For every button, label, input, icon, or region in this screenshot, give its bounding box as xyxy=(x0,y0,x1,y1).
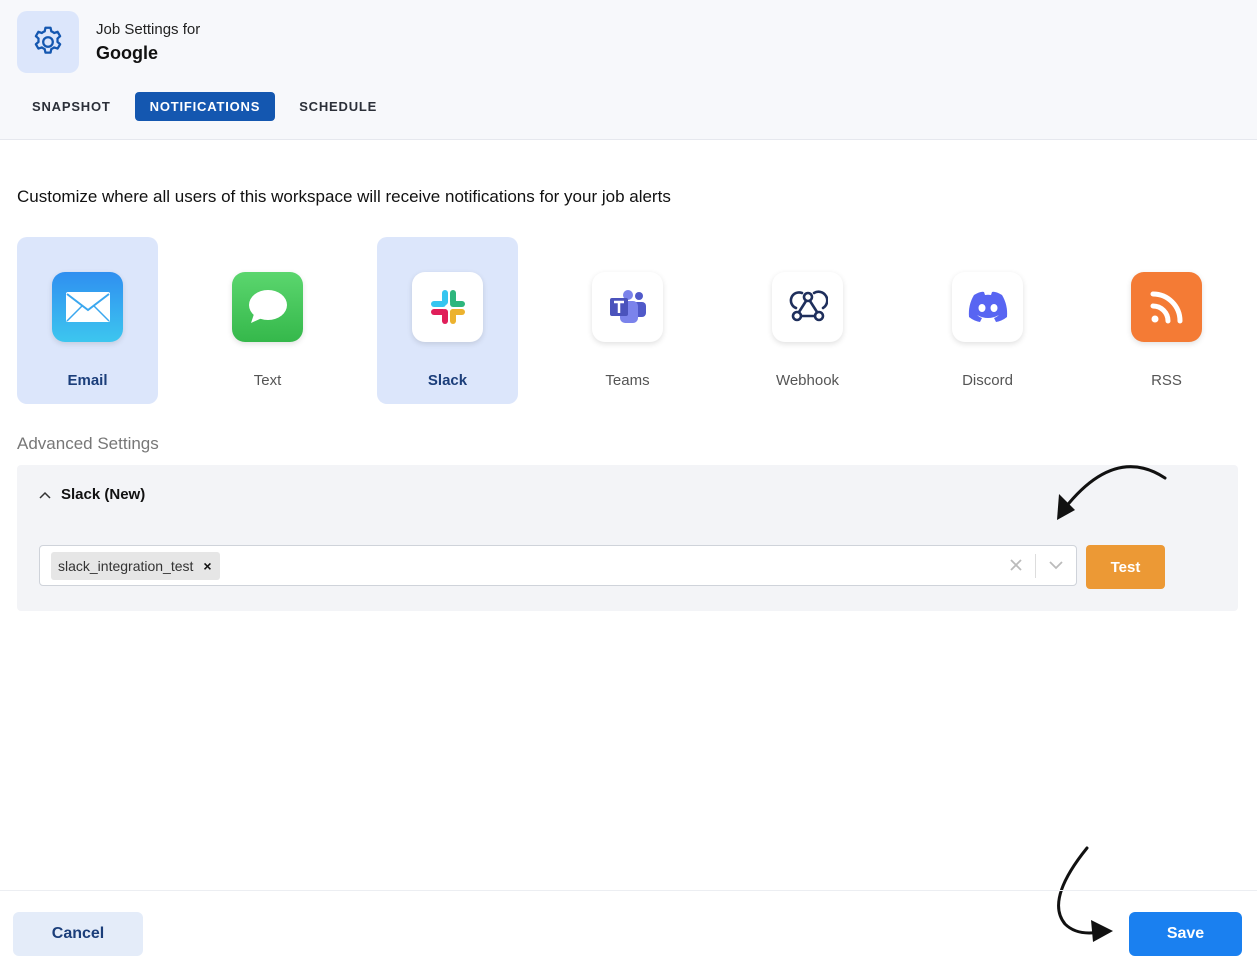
channel-email[interactable]: Email xyxy=(17,237,158,404)
gear-icon xyxy=(34,26,62,54)
test-button[interactable]: Test xyxy=(1086,545,1165,589)
chevron-down-icon[interactable] xyxy=(1046,555,1066,575)
advanced-settings-title: Advanced Settings xyxy=(17,434,159,453)
teams-icon xyxy=(592,272,663,342)
chip-label: slack_integration_test xyxy=(58,558,194,574)
slack-accordion-header[interactable]: Slack (New) xyxy=(39,486,145,503)
slack-channel-select[interactable]: slack_integration_test × xyxy=(39,545,1077,586)
footer-divider xyxy=(0,890,1257,891)
select-separator xyxy=(1035,554,1036,578)
chip-remove-button[interactable]: × xyxy=(203,558,211,574)
cancel-button[interactable]: Cancel xyxy=(13,912,143,956)
page-title: Google xyxy=(96,43,158,63)
clear-icon[interactable] xyxy=(1006,555,1026,575)
channel-label-email: Email xyxy=(67,372,108,389)
channel-webhook[interactable]: Webhook xyxy=(737,237,878,404)
slack-icon xyxy=(412,272,483,342)
chevron-up-icon xyxy=(39,491,51,499)
tab-notifications[interactable]: NOTIFICATIONS xyxy=(134,92,276,121)
webhook-icon xyxy=(772,272,843,342)
channel-slack[interactable]: Slack xyxy=(377,237,518,404)
channel-label-slack: Slack xyxy=(427,372,468,389)
channel-text[interactable]: Text xyxy=(197,237,338,404)
discord-icon xyxy=(952,272,1023,342)
header-subtitle: Job Settings for xyxy=(96,21,201,38)
tab-schedule[interactable]: SCHEDULE xyxy=(287,92,389,121)
tab-snapshot[interactable]: SNAPSHOT xyxy=(20,92,123,121)
advanced-settings-panel: Slack (New) slack_integration_test × Tes… xyxy=(17,465,1238,611)
slack-section-label: Slack (New) xyxy=(61,486,146,503)
channel-grid: Email Text Slack Teams Webhook Discord R… xyxy=(17,237,1237,404)
envelope-icon xyxy=(52,272,123,342)
save-button[interactable]: Save xyxy=(1129,912,1242,956)
tab-bar: SNAPSHOT NOTIFICATIONS SCHEDULE xyxy=(20,92,389,121)
annotation-arrow-save xyxy=(1057,846,1113,942)
header: Job Settings for Google SNAPSHOT NOTIFIC… xyxy=(0,0,1257,140)
notifications-description: Customize where all users of this worksp… xyxy=(17,187,671,206)
message-bubble-icon xyxy=(232,272,303,342)
channel-label-rss: RSS xyxy=(1151,372,1182,389)
channel-label-text: Text xyxy=(253,372,282,389)
channel-teams[interactable]: Teams xyxy=(557,237,698,404)
channel-rss[interactable]: RSS xyxy=(1096,237,1237,404)
settings-tile xyxy=(17,11,79,73)
channel-discord[interactable]: Discord xyxy=(917,237,1058,404)
channel-label-teams: Teams xyxy=(605,372,650,389)
channel-label-webhook: Webhook xyxy=(775,372,840,389)
selected-chip: slack_integration_test × xyxy=(51,552,220,580)
channel-label-discord: Discord xyxy=(962,372,1013,389)
rss-icon xyxy=(1131,272,1202,342)
